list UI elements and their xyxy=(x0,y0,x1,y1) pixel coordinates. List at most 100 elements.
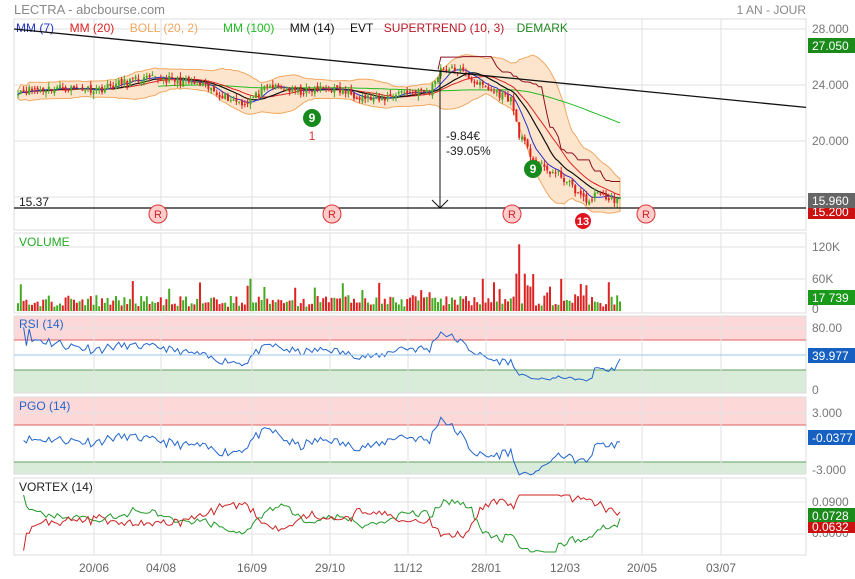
candle-body xyxy=(47,86,50,91)
volume-bar xyxy=(64,297,67,311)
volume-bar xyxy=(210,297,213,311)
candle-body xyxy=(246,102,249,104)
candle-body xyxy=(131,77,134,79)
candle-body xyxy=(358,97,361,100)
demark-9-marker: 9 xyxy=(524,160,542,178)
volume-bar xyxy=(319,302,322,311)
volume-bar xyxy=(361,290,364,311)
volume-bar xyxy=(479,304,481,311)
candle-body xyxy=(327,88,330,90)
candle-body xyxy=(171,76,173,78)
candle-body xyxy=(87,86,89,89)
volume-bar xyxy=(375,297,378,311)
candle-body xyxy=(229,100,232,102)
candle-body xyxy=(56,87,59,90)
volume-bar xyxy=(232,303,235,311)
volume-bar xyxy=(235,296,238,311)
volume-bar xyxy=(613,304,616,311)
candle-body xyxy=(235,97,238,102)
candle-body xyxy=(479,81,481,86)
volume-bar xyxy=(271,299,274,311)
volume-bar xyxy=(224,302,227,311)
candle-body xyxy=(462,67,465,71)
volume-bar xyxy=(487,298,490,311)
candle-body xyxy=(381,97,383,100)
candle-body xyxy=(260,88,263,96)
candle-body xyxy=(431,83,434,96)
volume-bar xyxy=(560,278,563,311)
candle-body xyxy=(297,88,299,93)
volume-bar xyxy=(481,278,484,311)
price-panel xyxy=(13,18,807,231)
volume-bar xyxy=(241,302,243,311)
volume-bar xyxy=(73,299,75,311)
volume-bar xyxy=(339,298,341,311)
volume-bar xyxy=(70,298,73,311)
volume-bar xyxy=(406,299,409,311)
candle-body xyxy=(299,86,302,95)
volume-bar xyxy=(115,296,117,311)
price-tick: 24.000 xyxy=(812,78,849,92)
candle-body xyxy=(453,67,456,72)
support-value: 15.37 xyxy=(19,195,49,209)
volume-bar xyxy=(563,300,565,311)
candle-body xyxy=(389,94,392,96)
volume-bar xyxy=(280,300,283,311)
rsi-tick: 0 xyxy=(812,383,819,397)
volume-last-value: 17 739 xyxy=(812,291,849,305)
period-label[interactable]: 1 AN - JOUR xyxy=(737,3,807,17)
candle-body xyxy=(75,87,78,89)
candle-body xyxy=(481,81,484,85)
volume-bar xyxy=(299,303,302,311)
volume-bar xyxy=(568,300,571,311)
reversal-label: R xyxy=(642,209,650,221)
candle-body xyxy=(280,86,283,89)
volume-bar xyxy=(579,283,582,311)
legend-item: EVT xyxy=(350,21,374,35)
volume-bar xyxy=(143,301,145,311)
price-tick: 28.000 xyxy=(812,22,849,36)
high-price-value: 27.050 xyxy=(812,39,849,53)
candle-body xyxy=(204,82,207,84)
candle-body xyxy=(484,86,487,88)
candle-body xyxy=(140,82,143,84)
volume-bar xyxy=(106,298,109,311)
candle-body xyxy=(546,165,549,171)
candle-body xyxy=(302,93,305,95)
candle-body xyxy=(249,98,252,105)
candle-body xyxy=(224,93,227,99)
price-tick: 20.000 xyxy=(812,134,849,148)
volume-bar xyxy=(325,296,327,311)
volume-bar xyxy=(129,299,131,311)
volume-bar xyxy=(397,304,400,311)
candle-body xyxy=(129,79,131,87)
volume-bar xyxy=(358,302,361,311)
candle-body xyxy=(168,76,171,82)
candle-body xyxy=(571,179,574,185)
candle-body xyxy=(106,83,109,90)
volume-bar xyxy=(372,304,375,311)
volume-bar xyxy=(255,302,257,311)
candle-body xyxy=(383,97,386,101)
candle-body xyxy=(288,87,291,92)
volume-bar xyxy=(610,296,613,311)
x-tick-label: 04/08 xyxy=(146,561,176,575)
volume-bar xyxy=(392,297,395,311)
candle-body xyxy=(311,90,313,92)
volume-bar xyxy=(291,300,294,311)
volume-bar xyxy=(414,296,417,311)
volume-bar xyxy=(409,297,411,311)
volume-bar xyxy=(229,295,232,311)
volume-bar xyxy=(75,302,78,311)
candle-body xyxy=(45,90,47,93)
volume-bar xyxy=(193,304,196,311)
candle-body xyxy=(210,87,213,91)
candle-body xyxy=(182,80,185,87)
volume-bar xyxy=(246,285,249,311)
candle-body xyxy=(143,77,145,85)
candle-body xyxy=(59,85,61,89)
candle-body xyxy=(613,196,616,204)
volume-bar xyxy=(117,300,120,311)
candle xyxy=(414,89,417,96)
candle-body xyxy=(397,92,400,94)
